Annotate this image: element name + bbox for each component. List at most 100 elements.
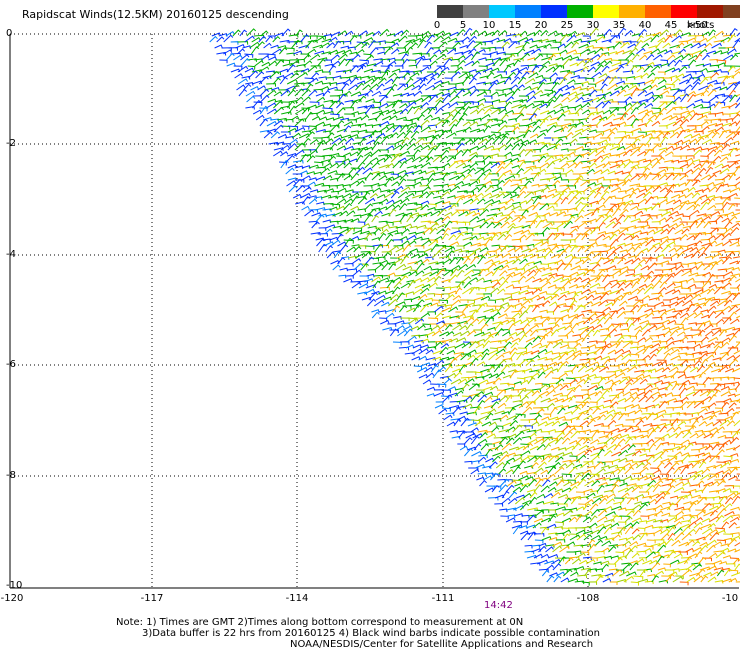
wind-barb — [624, 525, 634, 535]
wind-barb — [532, 148, 541, 153]
wind-barb-map — [9, 27, 740, 589]
wind-barb — [457, 443, 466, 448]
wind-barb — [499, 414, 509, 421]
wind-barb — [736, 245, 740, 247]
wind-barb — [398, 178, 407, 187]
wind-barb — [379, 244, 390, 249]
wind-barb — [464, 460, 473, 465]
wind-barb — [372, 187, 382, 193]
wind-barb — [494, 119, 504, 124]
wind-barb — [648, 443, 656, 451]
wind-barb — [574, 473, 583, 481]
wind-barb — [383, 192, 395, 199]
wind-barb — [719, 156, 729, 163]
wind-barb — [491, 29, 501, 37]
wind-barb — [540, 241, 549, 247]
wind-barb — [603, 28, 612, 37]
wind-barb — [434, 305, 444, 313]
wind-barb — [518, 310, 529, 319]
wind-barb — [662, 330, 672, 337]
wind-barb — [349, 51, 358, 56]
wind-barb — [506, 53, 516, 61]
wind-barb — [534, 414, 542, 421]
wind-barb — [268, 60, 278, 67]
wind-barb — [519, 502, 530, 511]
wind-barb — [388, 208, 397, 217]
wind-barb — [430, 222, 439, 229]
wind-barb — [511, 312, 521, 319]
wind-barb — [728, 215, 738, 223]
wind-barb — [366, 273, 375, 278]
wind-barb — [434, 312, 444, 319]
wind-barb — [659, 473, 669, 478]
wind-barb — [384, 41, 395, 46]
wind-barb — [696, 263, 705, 271]
wind-barb — [403, 119, 413, 124]
wind-barb — [354, 116, 363, 121]
wind-barb — [345, 137, 355, 145]
wind-barb — [454, 149, 464, 157]
wind-barb — [696, 73, 706, 79]
wind-barb — [662, 326, 671, 331]
wind-barb — [314, 69, 324, 73]
wind-barb — [425, 46, 434, 55]
wind-barb — [672, 88, 683, 97]
wind-barb — [605, 572, 614, 577]
wind-barb — [644, 312, 655, 319]
wind-barb — [735, 209, 740, 211]
wind-barb — [509, 256, 518, 260]
wind-barb — [601, 389, 610, 397]
wind-barb — [405, 77, 414, 85]
wind-barb — [366, 54, 375, 61]
wind-barb — [675, 481, 685, 487]
wind-barb — [447, 386, 457, 391]
wind-barb — [495, 166, 505, 175]
wind-barb — [605, 209, 613, 217]
wind-barb — [513, 413, 523, 421]
wind-barb — [706, 35, 717, 43]
wind-barb — [728, 358, 739, 367]
wind-barb — [445, 250, 455, 259]
wind-barb — [322, 130, 331, 135]
wind-barb — [672, 312, 682, 319]
wind-barb — [263, 131, 273, 139]
wind-barb — [385, 145, 395, 151]
wind-barb — [463, 437, 473, 445]
wind-barb — [318, 243, 327, 253]
wind-barb — [369, 193, 379, 199]
wind-barb — [392, 341, 402, 346]
wind-barb — [317, 58, 326, 67]
wind-barb — [517, 148, 527, 157]
wind-barb — [705, 83, 714, 91]
wind-barb — [681, 569, 693, 577]
wind-barb — [543, 413, 552, 418]
wind-barb — [595, 575, 604, 583]
wind-barb — [630, 127, 642, 133]
wind-barb — [365, 245, 375, 250]
wind-barb — [645, 283, 654, 289]
wind-barb — [485, 232, 496, 236]
wind-barb — [672, 521, 682, 529]
wind-barb — [717, 507, 727, 517]
wind-barb — [481, 348, 490, 355]
wind-barb — [337, 257, 346, 265]
wind-barb — [517, 389, 526, 397]
wind-barb — [632, 534, 641, 541]
wind-barb — [682, 225, 691, 230]
wind-barb — [524, 341, 533, 349]
wind-barb — [511, 205, 522, 211]
wind-barb — [546, 575, 555, 583]
wind-barb — [462, 221, 471, 226]
wind-barb — [658, 209, 668, 214]
wind-barb — [454, 66, 464, 73]
wind-barb — [629, 65, 638, 73]
wind-barb — [610, 101, 619, 105]
wind-barb — [458, 364, 467, 373]
wind-barb — [581, 109, 591, 115]
wind-barb — [286, 52, 295, 57]
wind-barb — [663, 257, 672, 261]
wind-barb — [703, 365, 713, 373]
wind-barb — [614, 333, 623, 337]
wind-barb — [644, 275, 653, 283]
wind-barb — [602, 109, 612, 115]
